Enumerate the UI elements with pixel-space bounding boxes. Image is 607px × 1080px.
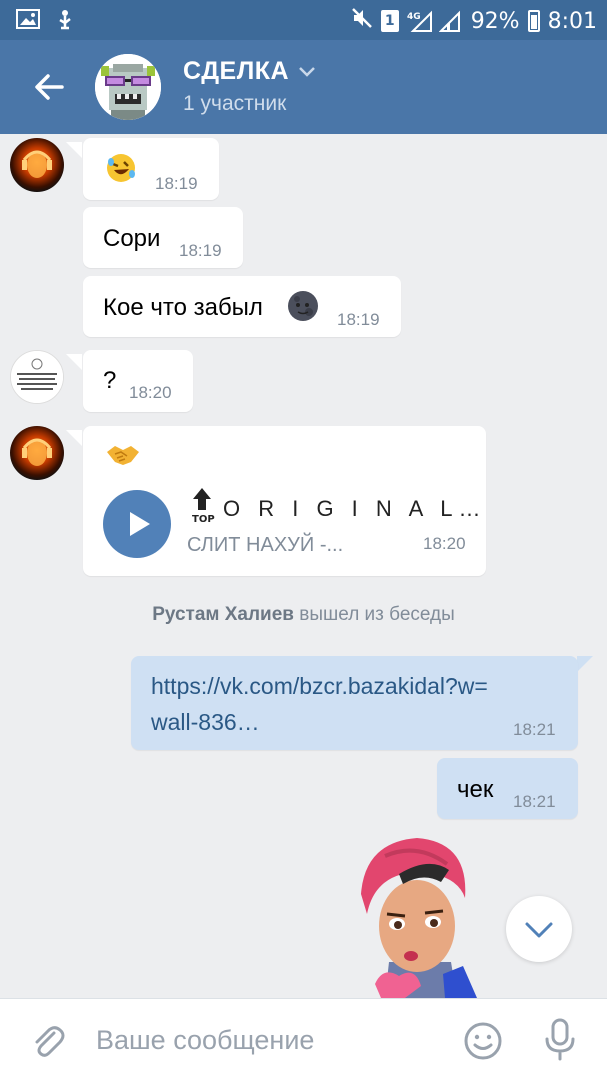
message-input[interactable]: Ваше сообщение bbox=[96, 1025, 314, 1056]
battery-icon bbox=[527, 10, 540, 32]
bubble-tail bbox=[577, 656, 593, 672]
sender-avatar[interactable] bbox=[10, 138, 64, 192]
chevron-down-icon[interactable] bbox=[297, 62, 317, 82]
message-text: Кое что забыл bbox=[103, 294, 263, 321]
message-time: 18:19 bbox=[155, 174, 198, 193]
scroll-down-button[interactable] bbox=[506, 896, 572, 962]
handshake-emoji-icon bbox=[105, 442, 141, 473]
audio-title: O R I G I N A L… bbox=[223, 496, 487, 521]
message-link-line-2[interactable]: wall-836… bbox=[151, 704, 260, 740]
chat-header: СДЕЛКА 1 участник bbox=[0, 40, 607, 134]
system-message-name: Рустам Халиев bbox=[152, 604, 294, 625]
chat-avatar[interactable] bbox=[95, 54, 161, 120]
message-time: 18:20 bbox=[129, 383, 172, 402]
sim-slot-badge: 1 bbox=[380, 10, 399, 32]
message-time: 18:21 bbox=[513, 720, 556, 739]
message-time: 18:20 bbox=[423, 534, 466, 553]
bubble-tail bbox=[66, 430, 82, 446]
audio-artist: СЛИТ НАХУЙ -... bbox=[187, 534, 344, 556]
rofl-emoji-icon bbox=[105, 152, 137, 189]
top-badge: TOP bbox=[192, 514, 215, 524]
message-bubble[interactable]: Кое что забыл 18:19 bbox=[83, 276, 401, 337]
chat-title[interactable]: СДЕЛКА bbox=[183, 57, 289, 86]
sender-avatar[interactable] bbox=[10, 350, 64, 404]
sender-avatar[interactable] bbox=[10, 426, 64, 480]
message-list[interactable]: 18:19 Сори 18:19 Кое что забыл 18:19 ? 1… bbox=[0, 134, 607, 998]
signal-icon bbox=[438, 10, 463, 32]
message-link-line-1[interactable]: https://vk.com/bzcr.bazakidal?w= bbox=[151, 668, 488, 704]
message-time: 18:19 bbox=[337, 310, 380, 329]
bubble-tail bbox=[66, 142, 82, 158]
smile-icon[interactable] bbox=[463, 1021, 503, 1066]
message-bubble[interactable]: Сори 18:19 bbox=[83, 207, 243, 268]
paperclip-icon[interactable] bbox=[28, 1021, 68, 1066]
message-bubble[interactable]: чек 18:21 bbox=[437, 758, 578, 819]
microphone-icon[interactable] bbox=[540, 1017, 580, 1068]
mute-icon bbox=[351, 7, 373, 35]
battery-percent: 92% bbox=[470, 8, 520, 34]
gallery-icon bbox=[16, 8, 40, 38]
message-composer: Ваше сообщение bbox=[0, 998, 607, 1080]
sticker-image[interactable] bbox=[345, 834, 495, 998]
bubble-tail bbox=[66, 354, 82, 370]
status-bar: 1 4G 92% 8:01 bbox=[0, 0, 607, 40]
back-arrow-icon[interactable] bbox=[26, 62, 76, 112]
message-time: 18:21 bbox=[513, 792, 556, 811]
message-bubble[interactable]: ? 18:20 bbox=[83, 350, 193, 412]
play-button[interactable] bbox=[103, 490, 171, 558]
message-bubble[interactable]: TOP O R I G I N A L… СЛИТ НАХУЙ -... 18:… bbox=[83, 426, 486, 576]
clock: 8:01 bbox=[547, 8, 597, 34]
svg-text:4G: 4G bbox=[407, 12, 421, 22]
chevron-down-icon bbox=[525, 922, 553, 938]
message-text: Сори bbox=[103, 225, 161, 252]
chat-subtitle: 1 участник bbox=[183, 92, 287, 115]
message-time: 18:19 bbox=[179, 241, 222, 260]
system-message: Рустам Халиев вышел из беседы bbox=[0, 604, 607, 626]
system-message-action: вышел из беседы bbox=[299, 604, 455, 625]
top-arrow-icon: TOP bbox=[187, 486, 217, 525]
new-moon-face-emoji-icon bbox=[287, 290, 319, 327]
message-bubble[interactable]: https://vk.com/bzcr.bazakidal?w= wall-83… bbox=[131, 656, 578, 750]
usb-debug-icon bbox=[54, 8, 76, 38]
message-bubble[interactable]: 18:19 bbox=[83, 138, 219, 200]
signal-4g-icon: 4G bbox=[407, 10, 432, 32]
message-text: чек bbox=[457, 776, 494, 803]
message-text: ? bbox=[103, 367, 117, 394]
